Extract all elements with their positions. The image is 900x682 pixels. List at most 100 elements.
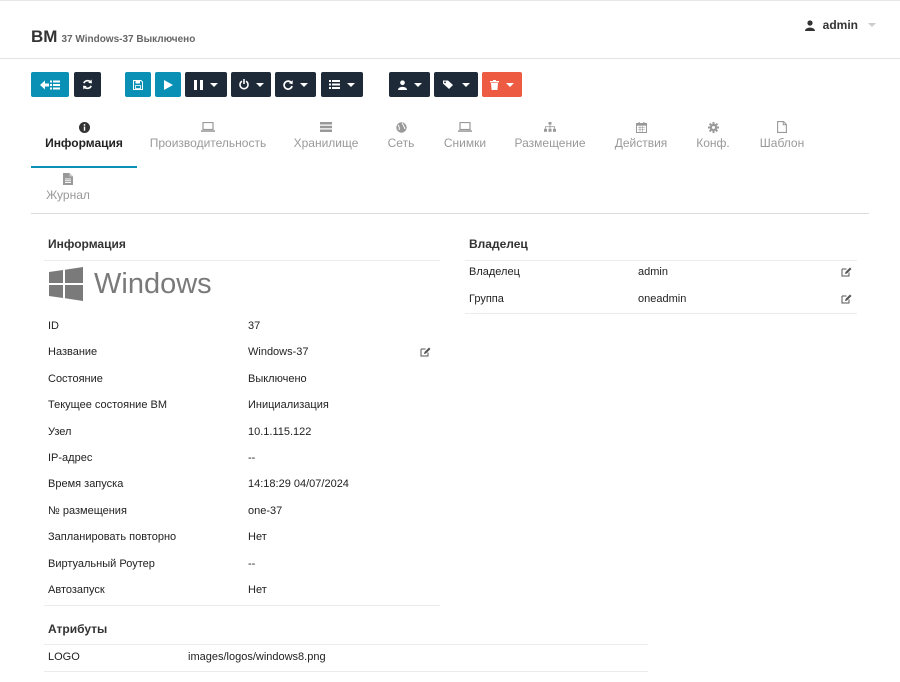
divider — [44, 644, 648, 645]
tags-icon — [442, 80, 453, 89]
page-title: ВМ 37 Windows-37 Выключено — [31, 27, 195, 47]
tab-info[interactable]: Информация — [31, 120, 137, 168]
power-icon — [238, 79, 249, 90]
server-icon — [320, 122, 332, 132]
tab-log[interactable]: Журнал — [45, 172, 91, 202]
info-row-label: Узел — [48, 425, 72, 438]
tab-performance[interactable]: Производительность — [149, 120, 267, 150]
chevron-down-icon — [868, 23, 876, 27]
info-row-value: Нет — [248, 584, 267, 596]
owner-row-value: admin — [638, 266, 668, 278]
vm-tabs: Информация Производительность Хранилище … — [31, 114, 869, 214]
user-icon — [397, 79, 407, 90]
info-row-value: -- — [248, 452, 256, 464]
info-row-value: Инициализация — [248, 399, 329, 412]
chevron-down-icon — [413, 82, 422, 87]
tab-template-label: Шаблон — [759, 136, 805, 150]
user-menu[interactable]: admin — [804, 18, 876, 32]
info-row-label: ID — [48, 320, 59, 332]
attribute-row-value: images/logos/windows8.png — [188, 651, 326, 663]
tab-placement[interactable]: Размещение — [513, 120, 587, 150]
owner-row-label: Владелец — [469, 266, 520, 278]
info-edit-icon[interactable] — [420, 347, 431, 357]
tab-snapshots-label: Снимки — [443, 136, 487, 150]
info-row-label: Текущее состояние ВМ — [48, 399, 167, 412]
tab-snapshots[interactable]: Снимки — [439, 120, 491, 150]
reboot-menu-button[interactable] — [275, 72, 316, 97]
divider — [44, 260, 440, 261]
laptop-icon — [201, 122, 215, 132]
info-row-value: 10.1.115.122 — [248, 425, 312, 438]
info-row-label: Запланировать повторно — [48, 531, 177, 544]
info-row-label: Время запуска — [48, 478, 124, 491]
windows-logo-icon — [49, 267, 83, 301]
back-to-list-button[interactable] — [31, 72, 69, 97]
file-icon — [777, 121, 787, 133]
tab-actions[interactable]: Действия — [611, 120, 671, 150]
tab-storage-label: Хранилище — [293, 136, 359, 150]
tab-conf-label: Конф. — [696, 136, 730, 150]
divider — [44, 605, 440, 606]
gear-icon — [707, 121, 719, 133]
change-owner-button[interactable] — [389, 72, 430, 97]
info-row-value: Выключено — [248, 372, 307, 385]
owner-row-label: Группа — [469, 293, 504, 305]
refresh-button[interactable] — [74, 72, 101, 97]
owner-row-value: oneadmin — [638, 293, 687, 305]
labels-button[interactable] — [434, 72, 478, 97]
tab-network-label: Сеть — [387, 136, 415, 150]
info-section-title: Информация — [48, 237, 126, 251]
arrow-left-list-icon — [40, 80, 60, 89]
tab-log-label: Журнал — [46, 188, 90, 202]
info-row-label: Виртуальный Роутер — [48, 557, 155, 570]
owner-edit-icon[interactable] — [841, 294, 852, 304]
windows-logo-text: Windows — [94, 268, 212, 300]
tab-template[interactable]: Шаблон — [757, 120, 807, 150]
power-menu-button[interactable] — [231, 72, 271, 97]
info-row-value: one-37 — [248, 504, 283, 517]
calendar-icon — [635, 121, 647, 133]
owner-edit-icon[interactable] — [841, 267, 852, 277]
user-name: admin — [822, 18, 858, 32]
play-button[interactable] — [155, 72, 181, 97]
info-row-value: 14:18:29 04/07/2024 — [248, 478, 349, 491]
refresh-icon — [83, 79, 92, 90]
sitemap-icon — [544, 122, 556, 132]
divider — [465, 260, 857, 261]
file-text-icon — [63, 173, 73, 185]
tab-conf[interactable]: Конф. — [693, 120, 733, 150]
info-row-value: 37 — [248, 320, 261, 332]
pause-icon — [194, 79, 203, 90]
attributes-section-title: Атрибуты — [48, 622, 108, 636]
globe-icon — [395, 121, 407, 133]
page-title-subtitle: 37 Windows-37 Выключено — [61, 34, 196, 45]
page-header: ВМ 37 Windows-37 Выключено admin — [0, 1, 900, 59]
pause-menu-button[interactable] — [185, 72, 227, 97]
tab-placement-label: Размещение — [514, 136, 586, 150]
play-icon — [163, 79, 173, 90]
info-row-label: Состояние — [48, 372, 103, 385]
chevron-down-icon — [506, 82, 514, 87]
rotate-icon — [283, 79, 293, 90]
trash-icon — [490, 79, 499, 90]
info-row-label: Название — [48, 346, 98, 359]
list-icon — [329, 80, 340, 89]
list-menu-button[interactable] — [321, 72, 363, 97]
attribute-row-label: LOGO — [48, 651, 80, 663]
page-title-main: ВМ — [31, 27, 58, 46]
owner-section-title: Владелец — [469, 237, 528, 251]
chevron-down-icon — [255, 82, 264, 87]
divider — [465, 313, 857, 314]
tab-info-label: Информация — [45, 136, 123, 150]
tab-actions-label: Действия — [614, 136, 668, 150]
delete-menu-button[interactable] — [482, 72, 522, 97]
chevron-down-icon — [210, 82, 218, 87]
tab-performance-label: Производительность — [149, 136, 267, 150]
save-button[interactable] — [125, 72, 151, 97]
tab-storage[interactable]: Хранилище — [289, 120, 363, 150]
chevron-down-icon — [461, 82, 470, 87]
info-row-value: Нет — [248, 531, 267, 544]
tab-network[interactable]: Сеть — [381, 120, 421, 150]
laptop-icon — [458, 122, 472, 132]
info-row-label: № размещения — [48, 504, 127, 517]
